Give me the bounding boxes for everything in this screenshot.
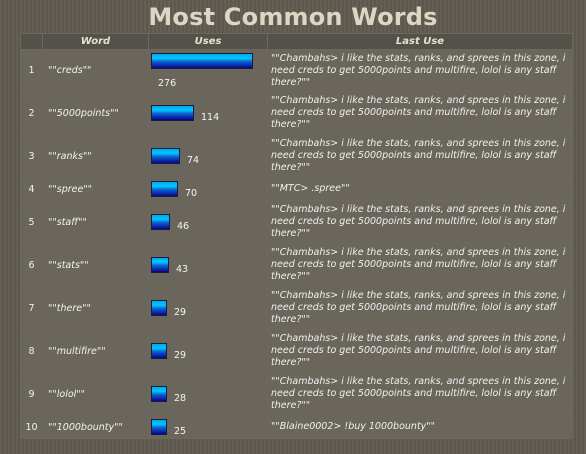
uses-cell: 46 bbox=[148, 200, 268, 244]
rank-cell: 1 bbox=[20, 49, 43, 92]
uses-bar bbox=[151, 419, 167, 435]
uses-count: 46 bbox=[177, 221, 190, 232]
uses-cell: 114 bbox=[148, 91, 268, 135]
word-cell: ""spree"" bbox=[42, 177, 149, 201]
table-row: 6 ""stats"" 43 ""Chambahs> i like the stats… bbox=[20, 243, 573, 287]
page-title: Most Common Words bbox=[148, 3, 438, 31]
rank-cell: 2 bbox=[20, 91, 43, 135]
table-row: 10 ""1000bounty"" 25 ""Blaine0002> !buy 100… bbox=[20, 415, 573, 439]
uses-count: 276 bbox=[158, 77, 177, 89]
table-row: 3 ""ranks"" 74 ""Chambahs> i like the stats… bbox=[20, 134, 573, 178]
uses-cell: 29 bbox=[148, 286, 268, 330]
header-last-use: Last Use bbox=[267, 33, 573, 50]
last-use-cell: ""Chambahs> i like the stats, ranks, and… bbox=[267, 286, 573, 330]
uses-count: 28 bbox=[174, 393, 187, 404]
rank-cell: 10 bbox=[20, 415, 43, 439]
last-use-cell: ""Blaine0002> !buy 1000bounty"" bbox=[267, 415, 573, 439]
table-body: 1 ""creds"" 276 ""Chambahs> i like the stat… bbox=[20, 49, 573, 439]
uses-cell: 25 bbox=[148, 415, 268, 439]
uses-bar bbox=[151, 386, 167, 402]
header-uses: Uses bbox=[148, 33, 268, 50]
header-word: Word bbox=[42, 33, 149, 50]
rank-cell: 6 bbox=[20, 243, 43, 287]
rank-cell: 5 bbox=[20, 200, 43, 244]
uses-cell: 43 bbox=[148, 243, 268, 287]
uses-count: 29 bbox=[174, 307, 187, 318]
last-use-cell: ""Chambahs> i like the stats, ranks, and… bbox=[267, 372, 573, 416]
table-row: 2 ""5000points"" 114 ""Chambahs> i like the… bbox=[20, 91, 573, 135]
uses-bar bbox=[151, 214, 170, 230]
word-cell: ""5000points"" bbox=[42, 91, 149, 135]
last-use-cell: ""Chambahs> i like the stats, ranks, and… bbox=[267, 243, 573, 287]
uses-bar bbox=[151, 181, 178, 197]
uses-count: 70 bbox=[185, 188, 198, 199]
uses-bar bbox=[151, 148, 180, 164]
rank-cell: 3 bbox=[20, 134, 43, 178]
rank-cell: 8 bbox=[20, 329, 43, 373]
table-row: 4 ""spree"" 70 ""MTC> .spree"" bbox=[20, 177, 573, 201]
last-use-cell: ""Chambahs> i like the stats, ranks, and… bbox=[267, 329, 573, 373]
last-use-cell: ""Chambahs> i like the stats, ranks, and… bbox=[267, 49, 573, 92]
word-cell: ""multifire"" bbox=[42, 329, 149, 373]
table-header-row: Word Uses Last Use bbox=[20, 33, 573, 50]
word-cell: ""creds"" bbox=[42, 49, 149, 92]
uses-bar bbox=[151, 105, 194, 121]
word-cell: ""staff"" bbox=[42, 200, 149, 244]
uses-count: 29 bbox=[174, 350, 187, 361]
uses-count: 25 bbox=[174, 426, 187, 437]
last-use-cell: ""Chambahs> i like the stats, ranks, and… bbox=[267, 134, 573, 178]
word-cell: ""there"" bbox=[42, 286, 149, 330]
uses-count: 74 bbox=[187, 155, 200, 166]
uses-cell: 28 bbox=[148, 372, 268, 416]
table-row: 5 ""staff"" 46 ""Chambahs> i like the stats… bbox=[20, 200, 573, 244]
last-use-cell: ""Chambahs> i like the stats, ranks, and… bbox=[267, 200, 573, 244]
word-cell: ""lolol"" bbox=[42, 372, 149, 416]
word-cell: ""ranks"" bbox=[42, 134, 149, 178]
uses-bar bbox=[151, 343, 167, 359]
rank-cell: 9 bbox=[20, 372, 43, 416]
uses-bar bbox=[151, 52, 253, 69]
last-use-cell: ""MTC> .spree"" bbox=[267, 177, 573, 201]
uses-count: 43 bbox=[176, 264, 189, 275]
uses-cell: 74 bbox=[148, 134, 268, 178]
word-cell: ""1000bounty"" bbox=[42, 415, 149, 439]
uses-bar bbox=[151, 257, 169, 273]
uses-count: 114 bbox=[201, 112, 220, 123]
uses-cell: 70 bbox=[148, 177, 268, 201]
uses-cell: 29 bbox=[148, 329, 268, 373]
table-row: 8 ""multifire"" 29 ""Chambahs> i like the s… bbox=[20, 329, 573, 373]
table-row: 7 ""there"" 29 ""Chambahs> i like the stats… bbox=[20, 286, 573, 330]
word-cell: ""stats"" bbox=[42, 243, 149, 287]
rank-cell: 7 bbox=[20, 286, 43, 330]
words-table: Word Uses Last Use 1 ""creds"" 276 ""Chamba… bbox=[20, 33, 573, 439]
uses-cell: 276 bbox=[148, 49, 268, 92]
table-row: 9 ""lolol"" 28 ""Chambahs> i like the stats… bbox=[20, 372, 573, 416]
table-row: 1 ""creds"" 276 ""Chambahs> i like the stat… bbox=[20, 49, 573, 92]
last-use-cell: ""Chambahs> i like the stats, ranks, and… bbox=[267, 91, 573, 135]
rank-cell: 4 bbox=[20, 177, 43, 201]
header-rank bbox=[20, 33, 43, 50]
uses-bar bbox=[151, 300, 167, 316]
